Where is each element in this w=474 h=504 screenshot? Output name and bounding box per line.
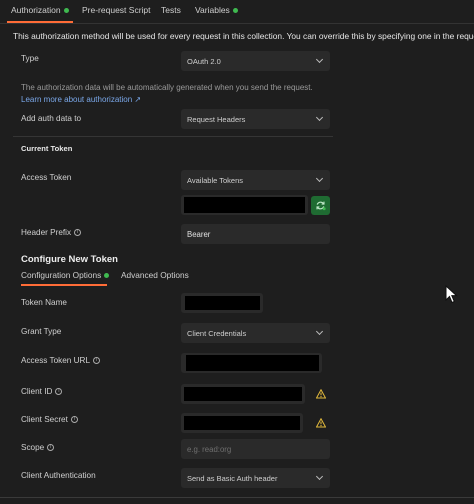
type-label: Type — [21, 54, 39, 63]
client-secret-input[interactable] — [181, 413, 303, 433]
chevron-down-icon — [315, 174, 324, 183]
client-authentication-value: Send as Basic Auth header — [187, 473, 278, 483]
chevron-down-icon — [315, 113, 324, 122]
tab-label: Authorization — [11, 5, 61, 15]
subtab-label: Advanced Options — [121, 270, 189, 280]
chevron-down-icon — [315, 472, 324, 481]
add-auth-value: Request Headers — [187, 114, 246, 124]
token-name-label: Token Name — [21, 298, 67, 307]
configure-new-token-heading: Configure New Token — [21, 254, 118, 265]
active-tab-indicator — [7, 21, 73, 23]
mouse-cursor-icon — [445, 285, 458, 304]
subtab-label: Configuration Options — [21, 270, 102, 280]
warning-icon — [316, 418, 326, 428]
modified-dot — [63, 7, 69, 13]
current-token-title: Current Token — [21, 144, 73, 153]
tab-authorization[interactable]: Authorization — [11, 5, 69, 15]
tab-label: Variables — [195, 5, 230, 15]
grant-type-value: Client Credentials — [187, 328, 247, 338]
divider — [13, 136, 333, 137]
collection-auth-info: This authorization method will be used f… — [13, 31, 474, 41]
client-authentication-label-text: Client Authentication — [21, 471, 96, 480]
client-authentication-label: Client Authentication — [21, 471, 96, 480]
chevron-down-icon — [315, 55, 324, 64]
client-id-label-text: Client ID — [21, 387, 53, 396]
access-token-label-text: Access Token — [21, 173, 72, 182]
access-token-url-label: Access Token URL i — [21, 356, 101, 365]
access-token-url-label-text: Access Token URL — [21, 356, 91, 365]
grant-type-select[interactable]: Client Credentials — [181, 323, 330, 343]
add-auth-label-text: Add auth data to — [21, 114, 82, 123]
bottom-divider — [0, 497, 474, 498]
scope-placeholder: e.g. read:org — [187, 444, 232, 454]
info-icon: i — [74, 229, 82, 236]
scope-label: Scope i — [21, 443, 55, 452]
add-auth-label: Add auth data to — [21, 114, 81, 123]
info-icon: i — [55, 388, 63, 395]
info-icon: i — [70, 416, 78, 423]
access-token-label: Access Token — [21, 173, 71, 182]
redacted-token — [184, 197, 305, 213]
warning-icon — [316, 389, 326, 399]
access-token-field[interactable] — [181, 195, 308, 215]
info-icon: i — [93, 357, 101, 364]
token-name-label-text: Token Name — [21, 298, 67, 307]
auto-generated-note: The authorization data will be automatic… — [21, 83, 313, 92]
tab-pre-request-script[interactable]: Pre-request Script — [82, 5, 151, 15]
type-label-text: Type — [21, 54, 39, 63]
access-token-url-input[interactable] — [181, 353, 322, 373]
modified-dot — [232, 7, 238, 13]
available-tokens-value: Available Tokens — [187, 175, 244, 185]
header-prefix-input[interactable]: Bearer — [181, 224, 330, 244]
redacted-url — [186, 355, 319, 371]
grant-type-label: Grant Type — [21, 327, 61, 336]
client-authentication-select[interactable]: Send as Basic Auth header — [181, 468, 330, 488]
client-id-label: Client ID i — [21, 387, 63, 396]
token-name-input[interactable] — [181, 293, 263, 313]
tab-tests[interactable]: Tests — [161, 5, 181, 15]
client-id-input[interactable] — [181, 384, 305, 404]
available-tokens-select[interactable]: Available Tokens — [181, 170, 330, 190]
add-auth-select[interactable]: Request Headers — [181, 109, 330, 129]
redacted-client-id — [184, 387, 302, 401]
auth-type-select[interactable]: OAuth 2.0 — [181, 51, 330, 71]
redacted-token-name — [185, 296, 260, 310]
sync-icon — [316, 201, 326, 211]
subtab-configuration-options[interactable]: Configuration Options — [21, 270, 110, 280]
tab-label: Tests — [161, 5, 181, 15]
active-subtab-indicator — [21, 284, 107, 286]
client-secret-label: Client Secret i — [21, 415, 78, 424]
learn-more-link[interactable]: Learn more about authorization ↗ — [21, 95, 141, 104]
modified-dot — [104, 272, 110, 278]
chevron-down-icon — [315, 327, 324, 336]
redacted-client-secret — [184, 416, 300, 430]
scope-label-text: Scope — [21, 443, 45, 452]
header-prefix-label-text: Header Prefix — [21, 228, 72, 237]
header-prefix-value: Bearer — [187, 229, 211, 239]
grant-type-label-text: Grant Type — [21, 327, 62, 336]
current-token-heading: Current Token — [21, 144, 72, 153]
tab-label: Pre-request Script — [82, 5, 151, 15]
info-icon: i — [47, 444, 55, 451]
tab-variables[interactable]: Variables — [195, 5, 238, 15]
header-prefix-label: Header Prefix i — [21, 228, 82, 237]
tab-bar: Authorization Pre-request Script Tests V… — [0, 0, 474, 24]
subtab-advanced-options[interactable]: Advanced Options — [121, 270, 189, 280]
client-secret-label-text: Client Secret — [21, 415, 68, 424]
refresh-token-button[interactable] — [311, 196, 330, 215]
scope-input[interactable]: e.g. read:org — [181, 439, 330, 459]
auth-type-value: OAuth 2.0 — [187, 56, 221, 66]
